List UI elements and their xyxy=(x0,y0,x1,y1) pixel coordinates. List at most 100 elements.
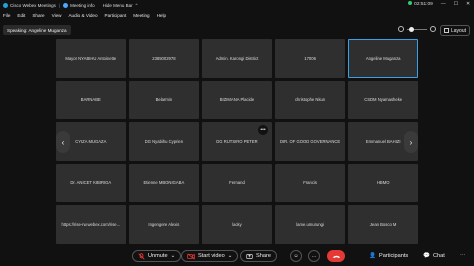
participant-tile[interactable]: BARNABE xyxy=(56,80,126,119)
menu-audio-video[interactable]: Audio & Video xyxy=(68,13,97,18)
speaking-indicator: Speaking: Angeline Muganza xyxy=(3,25,71,35)
meeting-time: 02:51:09 xyxy=(414,2,433,7)
participant-name: Etienne MBONIGABA xyxy=(143,180,185,186)
participant-tile[interactable]: Mayor NYABIHU Antoinette xyxy=(56,39,126,78)
meeting-controls: Unmute ⌄ Start video ⌄ Share ☺ … 👤 Parti… xyxy=(0,246,474,266)
participant-tile[interactable]: Angeline Muganza xyxy=(348,39,418,78)
share-label: Share xyxy=(256,253,271,259)
chat-button[interactable]: 💬 Chat xyxy=(423,250,445,262)
zoom-slider[interactable] xyxy=(398,26,436,32)
more-options-button[interactable]: … xyxy=(308,250,320,262)
participant-tile[interactable]: lame.umurungi xyxy=(275,205,345,244)
participants-button[interactable]: 👤 Participants xyxy=(369,250,408,262)
more-options-button[interactable]: ••• xyxy=(258,125,268,135)
participant-tile[interactable]: DG Nyabihu Cyprien xyxy=(129,122,199,161)
webex-logo-icon xyxy=(3,3,8,8)
participant-tile[interactable]: HBMO xyxy=(348,163,418,202)
participant-tile[interactable]: Belarmin xyxy=(129,80,199,119)
participant-tile[interactable]: lacky xyxy=(202,205,272,244)
participant-tile[interactable]: CSDM Nyamasheke xyxy=(348,80,418,119)
meeting-info-label: Meeting info xyxy=(70,3,95,8)
share-button[interactable]: Share xyxy=(240,250,277,262)
participant-name: Fernand xyxy=(229,180,245,186)
end-meeting-button[interactable] xyxy=(327,250,345,262)
participant-tile[interactable]: Ingengere Alexis xyxy=(129,205,199,244)
menu-view[interactable]: View xyxy=(52,13,62,18)
more-panels-button[interactable]: ⋯ xyxy=(460,250,466,262)
minimize-button[interactable]: — xyxy=(441,2,446,7)
grid-icon xyxy=(443,28,449,33)
next-page-button[interactable]: › xyxy=(404,131,418,153)
participant-tile[interactable]: Fernand xyxy=(202,163,272,202)
meeting-info-button[interactable]: Meeting info xyxy=(63,3,95,8)
chevron-down-icon: ⌄ xyxy=(170,253,176,259)
chevron-right-icon: › xyxy=(409,137,413,147)
chevron-up-icon: ⌃ xyxy=(134,2,139,8)
participant-name: BARNABE xyxy=(80,97,101,103)
more-icon: … xyxy=(311,253,317,259)
app-name: Cisco Webex Meetings xyxy=(10,3,56,8)
participant-name: Ingengere Alexis xyxy=(148,221,180,227)
participant-name: Mayor NYABIHU Antoinette xyxy=(65,55,117,61)
more-icon: ••• xyxy=(260,127,266,133)
participant-name: DG RUTSIRO PETER xyxy=(216,138,258,144)
share-icon xyxy=(246,253,253,259)
participant-tile[interactable]: BIZIMANA Placide xyxy=(202,80,272,119)
participant-tile[interactable]: https://rise-rw.webex.com/rise... xyxy=(56,205,126,244)
more-icon: ⋯ xyxy=(460,253,466,259)
participant-tile[interactable]: DIR. OF GOOD GOVERNANCE xyxy=(275,122,345,161)
recording-indicator-icon xyxy=(408,1,413,5)
zoom-track[interactable] xyxy=(407,26,427,32)
participant-name: CYIZA MUGAZA xyxy=(75,138,107,144)
menu-meeting[interactable]: Meeting xyxy=(133,13,149,18)
menu-participant[interactable]: Participant xyxy=(105,13,127,18)
menu-help[interactable]: Help xyxy=(157,13,166,18)
unmute-label: Unmute xyxy=(148,253,168,259)
info-icon xyxy=(63,3,69,8)
chevron-left-icon: ‹ xyxy=(61,137,65,147)
participant-name: DIR. OF GOOD GOVERNANCE xyxy=(279,138,341,144)
participant-name: Jean Bosco M xyxy=(369,221,397,227)
close-button[interactable]: ✕ xyxy=(466,2,470,7)
participant-tile[interactable]: Francis xyxy=(275,163,345,202)
zoom-out-icon[interactable] xyxy=(398,26,404,32)
participant-name: 2385002978 xyxy=(152,55,176,61)
previous-page-button[interactable]: ‹ xyxy=(56,131,70,153)
zoom-in-icon[interactable] xyxy=(430,26,436,32)
emoji-icon: ☺ xyxy=(293,253,299,259)
participants-label: Participants xyxy=(378,253,409,259)
participant-tile[interactable]: Jean Bosco M xyxy=(348,205,418,244)
participant-tile[interactable]: 2385002978 xyxy=(129,39,199,78)
participants-icon: 👤 xyxy=(369,253,376,259)
participant-tile[interactable]: Etienne MBONIGABA xyxy=(129,163,199,202)
participant-tile[interactable]: Dr. ANICET KIBIRIGA xyxy=(56,163,126,202)
participant-name: https://rise-rw.webex.com/rise... xyxy=(61,221,121,227)
unmute-button[interactable]: Unmute ⌄ xyxy=(132,250,182,262)
participant-name: Emmanuel BAHIZI xyxy=(365,138,401,144)
video-grid: Mayor NYABIHU Antoinette 2385002978 Admin.… xyxy=(56,39,418,245)
menu-share[interactable]: Share xyxy=(32,13,44,18)
participant-tile[interactable]: 17006 xyxy=(275,39,345,78)
participant-name: Francis xyxy=(303,180,317,186)
hide-menu-bar-button[interactable]: Hide Menu Bar ⌃ xyxy=(103,3,139,9)
start-video-button[interactable]: Start video ⌄ xyxy=(181,250,239,262)
app-title: Cisco Webex Meetings xyxy=(0,3,56,8)
menu-edit[interactable]: Edit xyxy=(17,13,25,18)
reactions-button[interactable]: ☺ xyxy=(290,250,302,262)
layout-button[interactable]: Layout xyxy=(440,25,470,36)
participant-tile[interactable]: Admin. Karongi District xyxy=(202,39,272,78)
meeting-top-bar: Speaking: Angeline Muganza Layout xyxy=(0,22,474,38)
participant-name: Dr. ANICET KIBIRIGA xyxy=(70,180,112,186)
zoom-knob[interactable] xyxy=(409,26,414,32)
chat-icon: 💬 xyxy=(423,253,430,259)
participant-name: CSDM Nyamasheke xyxy=(364,97,403,103)
participant-name: BIZIMANA Placide xyxy=(219,97,255,103)
participant-name: lame.umurungi xyxy=(296,221,324,227)
chevron-down-icon: ⌄ xyxy=(227,253,233,259)
maximize-button[interactable]: ☐ xyxy=(454,2,458,7)
participant-tile[interactable]: christophe Nkun xyxy=(275,80,345,119)
hide-menu-bar-label: Hide Menu Bar xyxy=(102,3,133,8)
menu-file[interactable]: File xyxy=(3,13,10,18)
participant-name: Admin. Karongi District xyxy=(215,55,259,61)
title-separator: | xyxy=(58,3,61,8)
